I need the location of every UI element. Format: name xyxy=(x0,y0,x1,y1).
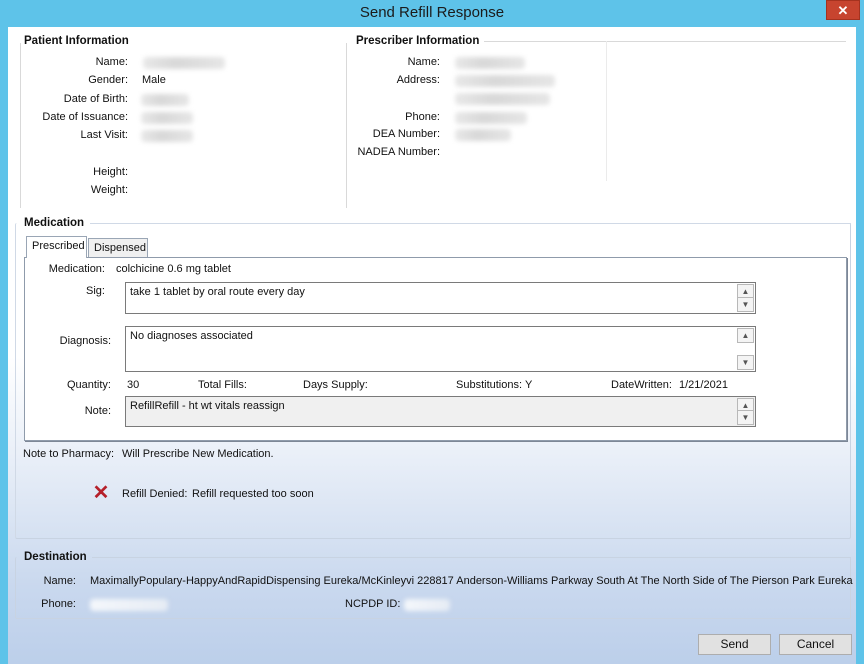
prescriber-phone-value xyxy=(455,112,527,124)
patient-dob-value xyxy=(141,94,189,106)
send-button[interactable]: Send xyxy=(698,634,771,655)
patient-gender-label: Gender: xyxy=(88,74,128,86)
patient-name-label: Name: xyxy=(95,56,128,68)
dialog-body: Patient Information Name: Gender: Male D… xyxy=(8,27,856,664)
diagnosis-label: Diagnosis: xyxy=(59,335,111,347)
close-button[interactable]: ✕ xyxy=(826,0,860,20)
days-supply-label: Days Supply: xyxy=(303,379,368,391)
patient-last-visit-value xyxy=(141,130,193,142)
patient-weight-label: Weight: xyxy=(90,184,128,196)
destination-name-value: MaximallyPopulary-HappyAndRapidDispensin… xyxy=(90,575,853,587)
prescriber-address-label: Address: xyxy=(396,74,440,86)
pharmacy-note-value: Will Prescribe New Medication. xyxy=(122,448,274,460)
sig-text: take 1 tablet by oral route every day xyxy=(130,286,305,298)
quantity-value: 30 xyxy=(127,379,140,391)
sig-label: Sig: xyxy=(86,285,105,297)
tab-prescribed[interactable]: Prescribed xyxy=(26,236,87,258)
pharmacy-note-label: Note to Pharmacy: xyxy=(23,448,115,460)
note-text: RefillRefill - ht wt vitals reassign xyxy=(130,400,285,412)
quantity-label: Quantity: xyxy=(66,379,111,391)
scroll-down-icon[interactable]: ▼ xyxy=(737,410,754,425)
tab-dispensed[interactable]: Dispensed xyxy=(88,238,148,258)
scroll-down-icon[interactable]: ▼ xyxy=(737,355,754,370)
patient-name-value xyxy=(143,57,225,69)
note-scrollbar[interactable]: ▲ ▼ xyxy=(737,398,754,425)
destination-name-label: Name: xyxy=(43,575,76,587)
prescribed-tab-panel: Medication: colchicine 0.6 mg tablet Sig… xyxy=(24,257,847,441)
prescriber-dea-label: DEA Number: xyxy=(372,128,440,140)
date-written-value: 1/21/2021 xyxy=(679,379,728,391)
prescriber-address-line1 xyxy=(455,75,555,87)
note-textarea[interactable]: RefillRefill - ht wt vitals reassign ▲ ▼ xyxy=(125,396,756,427)
patient-height-label: Height: xyxy=(93,166,128,178)
denied-x-icon: ✕ xyxy=(92,482,110,504)
destination-phone-label: Phone: xyxy=(41,598,76,610)
window-title: Send Refill Response xyxy=(359,4,505,21)
destination-ncpdp-label: NCPDP ID: xyxy=(345,598,401,610)
diagnosis-scrollbar[interactable]: ▲ ▼ xyxy=(737,328,754,370)
sig-scrollbar[interactable]: ▲ ▼ xyxy=(737,284,754,312)
prescriber-name-value xyxy=(455,57,525,69)
patient-gender-value: Male xyxy=(142,74,166,86)
tab-dispensed-label: Dispensed xyxy=(94,242,146,254)
note-label: Note: xyxy=(84,405,111,417)
destination-top-border xyxy=(92,557,851,558)
substitutions-label: Substitutions: xyxy=(456,379,523,391)
total-fills-label: Total Fills: xyxy=(198,379,247,391)
cancel-button[interactable]: Cancel xyxy=(779,634,852,655)
close-icon: ✕ xyxy=(837,3,849,18)
diagnosis-textarea[interactable]: No diagnoses associated ▲ ▼ xyxy=(125,326,756,372)
patient-issuance-label: Date of Issuance: xyxy=(42,111,128,123)
scroll-up-icon[interactable]: ▲ xyxy=(737,328,754,343)
prescriber-name-label: Name: xyxy=(407,56,440,68)
tab-prescribed-label: Prescribed xyxy=(32,240,85,252)
sig-textarea[interactable]: take 1 tablet by oral route every day ▲ … xyxy=(125,282,756,314)
destination-ncpdp-value xyxy=(404,599,450,611)
patient-last-visit-label: Last Visit: xyxy=(80,129,129,141)
scroll-down-icon[interactable]: ▼ xyxy=(737,297,754,312)
prescriber-dea-value xyxy=(455,129,511,141)
substitutions-value: Y xyxy=(525,379,533,391)
diagnosis-text: No diagnoses associated xyxy=(130,330,253,342)
prescriber-address-line2 xyxy=(455,93,550,105)
prescriber-section-title: Prescriber Information xyxy=(356,35,480,47)
patient-section-title: Patient Information xyxy=(24,35,129,47)
medication-label: Medication: xyxy=(48,263,105,275)
send-button-label: Send xyxy=(720,637,749,651)
title-bar: Send Refill Response ✕ xyxy=(0,0,864,26)
prescriber-nadea-label: NADEA Number: xyxy=(357,146,440,158)
prescriber-phone-label: Phone: xyxy=(405,111,440,123)
refill-status-label: Refill Denied: xyxy=(122,488,188,500)
destination-phone-value xyxy=(90,599,168,611)
prescriber-inner-divider xyxy=(606,41,607,181)
medication-value: colchicine 0.6 mg tablet xyxy=(116,263,231,275)
prescriber-top-border xyxy=(484,41,846,42)
cancel-button-label: Cancel xyxy=(796,637,835,651)
patient-issuance-value xyxy=(141,112,193,124)
refill-status-value: Refill requested too soon xyxy=(192,488,314,500)
medication-top-border xyxy=(90,223,851,224)
date-written-label: DateWritten: xyxy=(611,379,672,391)
patient-dob-label: Date of Birth: xyxy=(63,93,128,105)
